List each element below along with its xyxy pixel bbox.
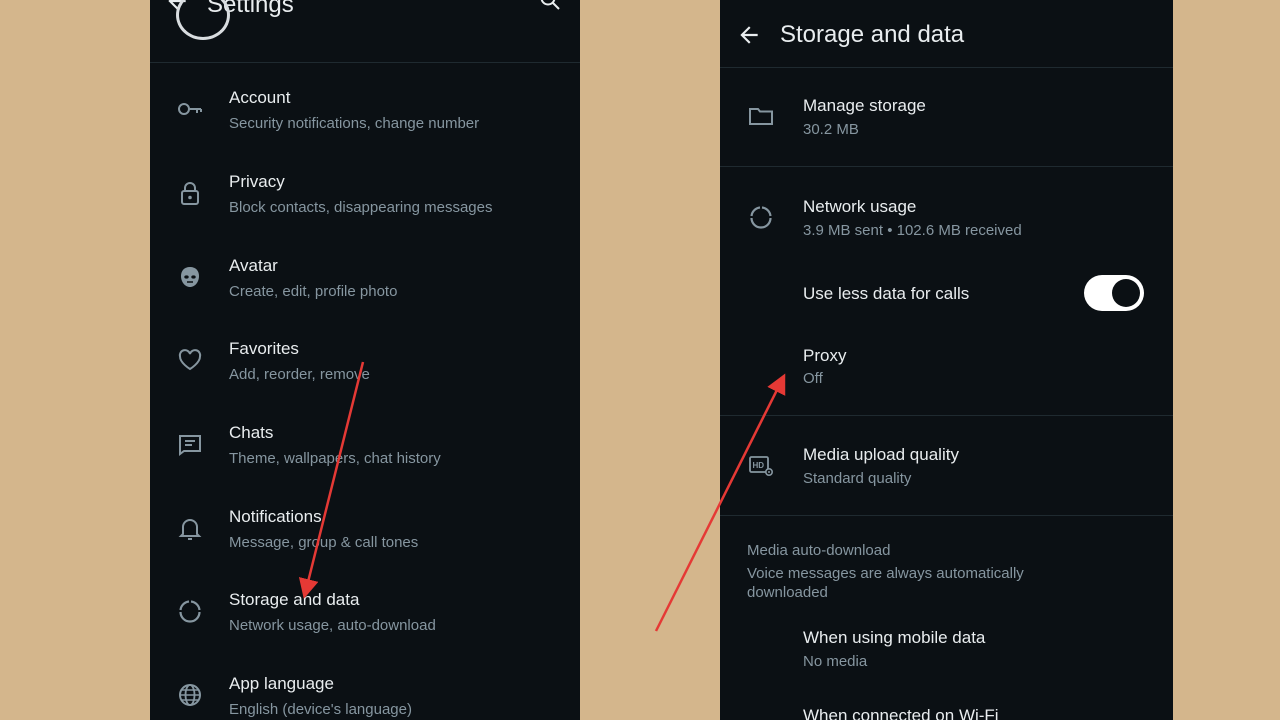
item-title: Proxy [803, 346, 847, 365]
item-title: Manage storage [803, 96, 926, 115]
item-title: App language [229, 674, 334, 693]
item-subtitle: Message, group & call tones [229, 534, 419, 551]
item-title: Avatar [229, 256, 278, 275]
item-subtitle: 30.2 MB [803, 121, 859, 138]
item-title: Network usage [803, 197, 917, 216]
divider [720, 67, 1173, 68]
item-title: Account [229, 88, 291, 107]
proxy-item[interactable]: Proxy Off [720, 342, 1173, 398]
avatar-face-icon [176, 263, 204, 291]
item-subtitle: English (device's language) [229, 701, 412, 718]
use-less-data-item[interactable]: Use less data for calls [720, 274, 1173, 314]
globe-icon [176, 681, 204, 709]
data-usage-icon [747, 203, 775, 231]
use-less-data-toggle[interactable] [1084, 275, 1144, 311]
item-subtitle: Theme, wallpapers, chat history [229, 450, 441, 467]
svg-text:HD: HD [753, 461, 765, 470]
divider [150, 62, 580, 63]
mobile-data-item[interactable]: When using mobile data No media [720, 624, 1173, 680]
bell-icon [176, 514, 204, 542]
network-usage-item[interactable]: Network usage 3.9 MB sent • 102.6 MB rec… [720, 193, 1173, 249]
lock-icon [176, 179, 204, 207]
item-title: Storage and data [229, 590, 360, 609]
item-subtitle: Block contacts, disappearing messages [229, 199, 493, 216]
item-title: Chats [229, 423, 274, 442]
wifi-item[interactable]: When connected on Wi-Fi [720, 704, 1173, 720]
settings-item-app-language[interactable]: App language English (device's language) [150, 670, 580, 720]
hd-settings-icon: HD [747, 452, 775, 480]
settings-item-favorites[interactable]: Favorites Add, reorder, remove [150, 335, 580, 399]
media-upload-quality-item[interactable]: HD Media upload quality Standard quality [720, 441, 1173, 497]
settings-item-notifications[interactable]: Notifications Message, group & call tone… [150, 503, 580, 567]
profile-avatar[interactable] [176, 0, 230, 40]
item-title: When using mobile data [803, 628, 986, 647]
settings-screen: Settings Account Security notifications,… [150, 0, 580, 720]
item-title: When connected on Wi-Fi [803, 706, 999, 720]
settings-item-account[interactable]: Account Security notifications, change n… [150, 84, 580, 148]
item-subtitle: Off [803, 370, 823, 387]
search-icon[interactable] [538, 0, 564, 14]
item-title: Privacy [229, 172, 285, 191]
item-title: Favorites [229, 339, 299, 358]
settings-item-avatar[interactable]: Avatar Create, edit, profile photo [150, 252, 580, 316]
section-heading-auto-download: Media auto-download [747, 542, 891, 559]
divider [720, 415, 1173, 416]
storage-and-data-screen: Storage and data Manage storage 30.2 MB … [720, 0, 1173, 720]
item-subtitle: Standard quality [803, 470, 912, 487]
section-description: Voice messages are always automatically … [747, 565, 1024, 601]
item-subtitle: Network usage, auto-download [229, 617, 436, 634]
settings-item-privacy[interactable]: Privacy Block contacts, disappearing mes… [150, 168, 580, 232]
chat-icon [176, 430, 204, 458]
divider [720, 166, 1173, 167]
manage-storage-item[interactable]: Manage storage 30.2 MB [720, 92, 1173, 148]
key-icon [176, 95, 204, 123]
item-subtitle: Create, edit, profile photo [229, 283, 398, 300]
page-title: Storage and data [780, 21, 965, 48]
item-subtitle: Security notifications, change number [229, 115, 480, 132]
settings-item-storage-and-data[interactable]: Storage and data Network usage, auto-dow… [150, 586, 580, 650]
heart-icon [176, 346, 204, 374]
item-subtitle: No media [803, 653, 868, 670]
toggle-knob [1112, 279, 1140, 307]
folder-icon [747, 102, 775, 130]
item-title: Use less data for calls [803, 284, 970, 303]
settings-item-chats[interactable]: Chats Theme, wallpapers, chat history [150, 419, 580, 483]
data-usage-icon [176, 597, 204, 625]
divider [720, 515, 1173, 516]
item-subtitle: 3.9 MB sent • 102.6 MB received [803, 222, 1022, 239]
back-arrow-icon[interactable] [736, 22, 764, 50]
item-title: Notifications [229, 507, 322, 526]
item-subtitle: Add, reorder, remove [229, 366, 370, 383]
item-title: Media upload quality [803, 445, 959, 464]
